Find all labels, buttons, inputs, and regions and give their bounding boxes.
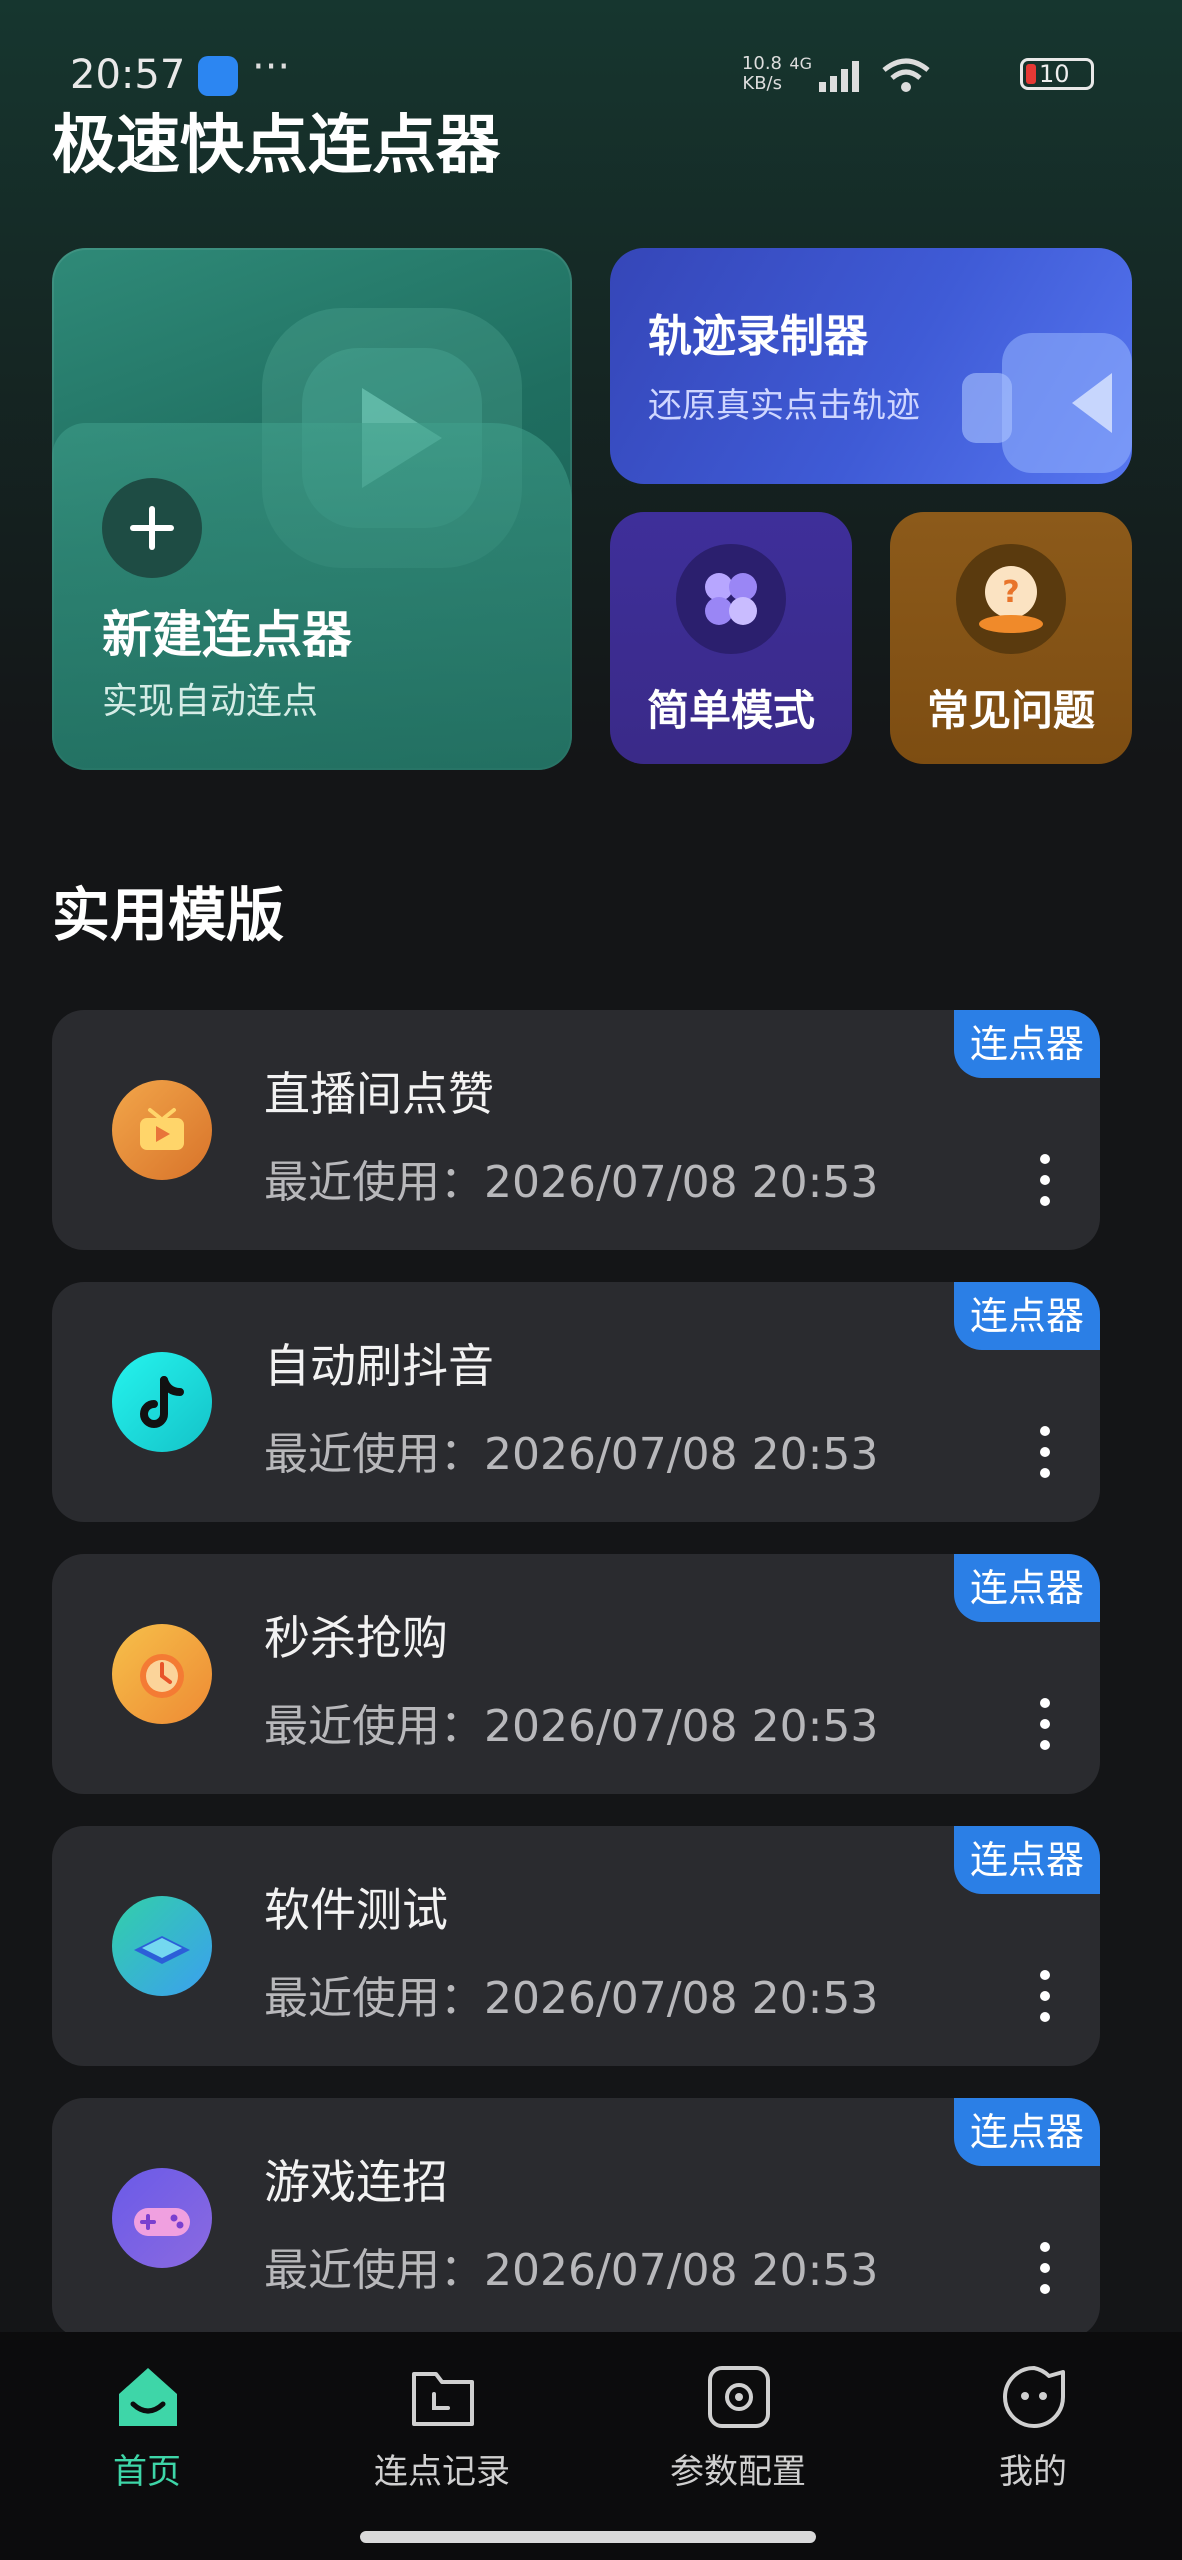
track-recorder-card[interactable]: 轨迹录制器 还原真实点击轨迹 (610, 248, 1132, 484)
simple-mode-card[interactable]: 简单模式 (610, 512, 852, 764)
nav-settings[interactable]: 参数配置 (638, 2362, 838, 2502)
status-time: 20:57 (70, 52, 186, 98)
template-name: 自动刷抖音 (264, 1339, 494, 1393)
plus-icon[interactable] (102, 478, 202, 578)
template-card[interactable]: 连点器直播间点赞最近使用：2026/07/08 20:53 (52, 1010, 1100, 1250)
nav-settings-label: 参数配置 (670, 2452, 806, 2492)
section-title-templates: 实用模版 (52, 881, 285, 949)
camera-icon (962, 333, 1132, 473)
template-last-used: 最近使用：2026/07/08 20:53 (264, 2245, 879, 2296)
simple-mode-title: 简单模式 (646, 686, 815, 735)
home-indicator[interactable] (360, 2531, 816, 2543)
template-badge: 连点器 (954, 1826, 1100, 1894)
template-badge: 连点器 (954, 1282, 1100, 1350)
battery-level: 10 (1039, 60, 1070, 88)
track-recorder-title: 轨迹录制器 (648, 311, 868, 362)
app-title: 极速快点连点器 (52, 109, 500, 183)
template-last-used: 最近使用：2026/07/08 20:53 (264, 1973, 879, 2024)
faq-title: 常见问题 (926, 686, 1095, 735)
track-recorder-subtitle: 还原真实点击轨迹 (648, 386, 920, 426)
nav-records[interactable]: 连点记录 (342, 2362, 542, 2502)
folder-clock-icon (412, 2372, 474, 2426)
gamepad-icon (112, 2168, 212, 2268)
template-badge: 连点器 (954, 1554, 1100, 1622)
template-name: 秒杀抢购 (264, 1611, 448, 1665)
template-card[interactable]: 连点器秒杀抢购最近使用：2026/07/08 20:53 (52, 1554, 1100, 1794)
home-icon (119, 2368, 177, 2426)
template-card[interactable]: 连点器自动刷抖音最近使用：2026/07/08 20:53 (52, 1282, 1100, 1522)
more-vertical-icon[interactable] (1040, 1154, 1050, 1206)
template-badge: 连点器 (954, 1010, 1100, 1078)
more-vertical-icon[interactable] (1040, 1698, 1050, 1750)
tiktok-icon (112, 1352, 212, 1452)
svg-text:?: ? (1002, 575, 1019, 610)
template-last-used: 最近使用：2026/07/08 20:53 (264, 1157, 879, 1208)
battery-icon: 10 (1020, 58, 1094, 90)
more-vertical-icon[interactable] (1040, 1426, 1050, 1478)
network-type: 4G (789, 54, 812, 73)
nav-profile-label: 我的 (999, 2452, 1067, 2492)
question-icon: ? (956, 544, 1066, 654)
template-badge: 连点器 (954, 2098, 1100, 2166)
bottom-nav: 首页 连点记录 参数配置 我的 (0, 2332, 1182, 2512)
new-clicker-subtitle: 实现自动连点 (102, 681, 319, 722)
wifi-icon (882, 58, 930, 92)
more-vertical-icon[interactable] (1040, 1970, 1050, 2022)
template-last-used: 最近使用：2026/07/08 20:53 (264, 1429, 879, 1480)
settings-icon (708, 2366, 770, 2428)
nav-profile[interactable]: 我的 (933, 2362, 1133, 2502)
signal-icon (819, 61, 859, 92)
template-card[interactable]: 连点器游戏连招最近使用：2026/07/08 20:53 (52, 2098, 1100, 2338)
template-last-used: 最近使用：2026/07/08 20:53 (264, 1701, 879, 1752)
template-card[interactable]: 连点器软件测试最近使用：2026/07/08 20:53 (52, 1826, 1100, 2066)
app-notification-icon (198, 56, 238, 96)
nav-home[interactable]: 首页 (47, 2362, 247, 2502)
profile-face-icon (1003, 2366, 1065, 2428)
alarm-icon (112, 1624, 212, 1724)
status-more: ··· (252, 44, 291, 90)
faq-card[interactable]: ? 常见问题 (890, 512, 1132, 764)
nav-records-label: 连点记录 (374, 2452, 510, 2492)
new-clicker-title: 新建连点器 (102, 606, 352, 664)
template-name: 游戏连招 (264, 2155, 448, 2209)
more-vertical-icon[interactable] (1040, 2242, 1050, 2294)
tv-icon (112, 1080, 212, 1180)
nav-home-label: 首页 (113, 2452, 181, 2492)
template-name: 直播间点赞 (264, 1067, 494, 1121)
network-speed: 10.8 KB/s (741, 53, 782, 94)
template-name: 软件测试 (264, 1883, 448, 1937)
clover-icon (676, 544, 786, 654)
chip-icon (112, 1896, 212, 1996)
